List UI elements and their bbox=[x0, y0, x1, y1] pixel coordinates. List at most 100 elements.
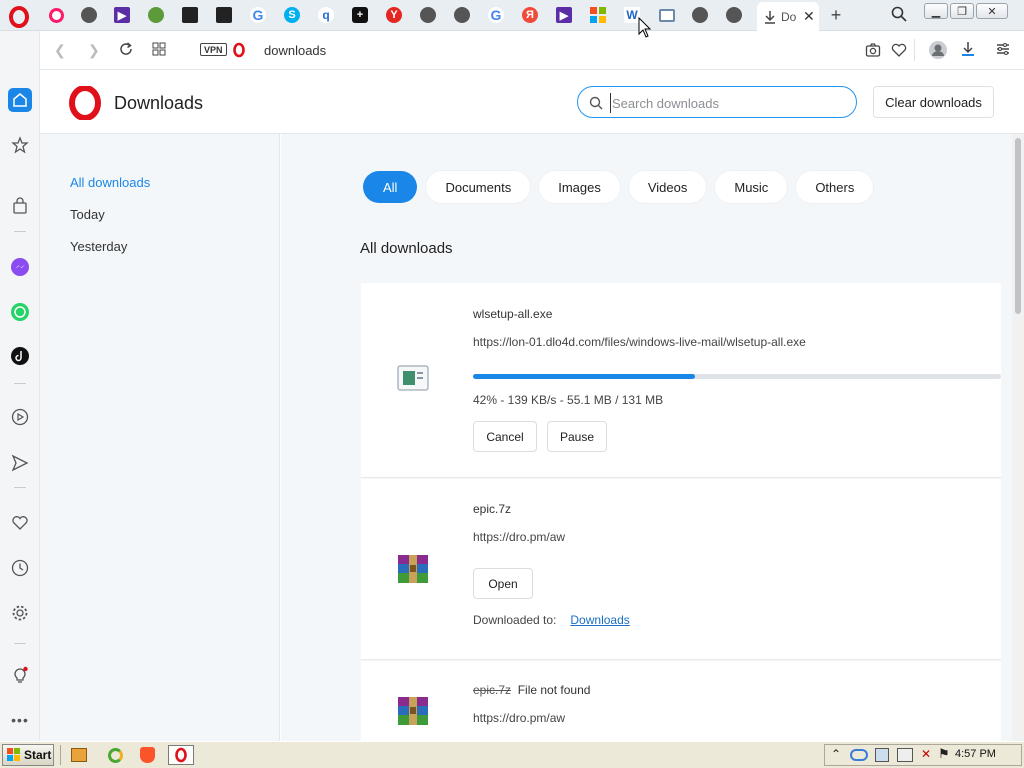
taskbar-opera[interactable] bbox=[168, 745, 194, 765]
tips-button[interactable] bbox=[8, 663, 32, 687]
tab-windows[interactable] bbox=[582, 3, 614, 27]
tab-globe-3[interactable] bbox=[412, 3, 444, 27]
tab-globe-5[interactable] bbox=[684, 3, 716, 27]
downloaded-to-label: Downloaded to: bbox=[473, 613, 557, 627]
tab-globe-6[interactable] bbox=[718, 3, 750, 27]
open-button[interactable]: Open bbox=[473, 568, 533, 599]
lightbulb-icon bbox=[14, 666, 28, 683]
tab-yandex[interactable]: Y bbox=[378, 3, 410, 27]
filter-all[interactable]: All bbox=[363, 171, 418, 203]
speed-dial-button[interactable] bbox=[152, 42, 166, 59]
globe-icon bbox=[81, 7, 97, 23]
file-url[interactable]: https://dro.pm/aw bbox=[473, 530, 565, 544]
flow-button[interactable] bbox=[8, 451, 32, 475]
search-box[interactable] bbox=[577, 86, 857, 118]
tab-search[interactable]: q bbox=[310, 3, 342, 27]
sidebar-item-yesterday[interactable]: Yesterday bbox=[70, 239, 127, 254]
tab-google-2[interactable]: G bbox=[480, 3, 512, 27]
bookmark-page-button[interactable] bbox=[891, 42, 907, 61]
tab-opera-gx[interactable] bbox=[40, 3, 72, 27]
settings-button[interactable] bbox=[8, 601, 32, 625]
opera-menu-button[interactable] bbox=[6, 6, 32, 28]
player-button[interactable] bbox=[8, 405, 32, 429]
pause-button[interactable]: Pause bbox=[547, 421, 607, 452]
whatsapp-button[interactable] bbox=[8, 300, 32, 324]
filter-music[interactable]: Music bbox=[715, 171, 788, 203]
back-button[interactable]: ❮ bbox=[54, 42, 66, 59]
clear-downloads-button[interactable]: Clear downloads bbox=[873, 86, 994, 118]
tab-google[interactable]: G bbox=[242, 3, 274, 27]
tab-player-2[interactable]: ▶ bbox=[548, 3, 580, 27]
globe-icon bbox=[726, 7, 742, 23]
tab-skype[interactable]: S bbox=[276, 3, 308, 27]
tab-globe-4[interactable] bbox=[446, 3, 478, 27]
start-button[interactable]: Start bbox=[2, 744, 54, 766]
globe-icon bbox=[692, 7, 708, 23]
more-button[interactable]: ••• bbox=[8, 708, 32, 732]
profile-button[interactable] bbox=[928, 40, 948, 63]
camera-icon bbox=[865, 43, 881, 57]
history-button[interactable] bbox=[8, 556, 32, 580]
file-name[interactable]: epic.7z bbox=[473, 502, 511, 516]
address-url[interactable]: downloads bbox=[264, 43, 326, 58]
cloud-icon[interactable] bbox=[850, 749, 868, 761]
messenger-icon bbox=[11, 258, 29, 276]
cancel-button[interactable]: Cancel bbox=[473, 421, 537, 452]
bookmarks-button[interactable] bbox=[8, 133, 32, 157]
sidebar-item-all-downloads[interactable]: All downloads bbox=[70, 175, 150, 190]
file-url[interactable]: https://lon-01.dlo4d.com/files/windows-l… bbox=[473, 335, 806, 349]
taskbar-brave[interactable] bbox=[136, 745, 158, 765]
search-input[interactable] bbox=[610, 93, 840, 113]
monitor-icon[interactable] bbox=[897, 748, 913, 762]
back-arrow-icon: ❮ bbox=[54, 42, 66, 58]
tab-search-button[interactable] bbox=[891, 6, 907, 27]
filter-videos[interactable]: Videos bbox=[628, 171, 707, 203]
new-tab-button[interactable]: + bbox=[826, 5, 846, 25]
network-icon[interactable] bbox=[875, 748, 889, 762]
close-tab-icon[interactable]: ✕ bbox=[803, 8, 815, 25]
google-icon: G bbox=[488, 7, 504, 23]
file-name[interactable]: wlsetup-all.exe bbox=[473, 307, 552, 321]
volume-muted-icon[interactable]: ✕ bbox=[921, 747, 931, 761]
snapshot-button[interactable] bbox=[865, 42, 881, 61]
tray-expand-icon[interactable]: ⌃ bbox=[831, 747, 841, 761]
filter-others[interactable]: Others bbox=[796, 171, 874, 203]
tab-shopping[interactable] bbox=[174, 3, 206, 27]
tab-player[interactable]: ▶ bbox=[106, 3, 138, 27]
tab-shopping-2[interactable] bbox=[208, 3, 240, 27]
pinboard-button[interactable] bbox=[8, 511, 32, 535]
reload-button[interactable] bbox=[118, 41, 134, 60]
messenger-button[interactable] bbox=[8, 255, 32, 279]
flag-icon[interactable]: ⚑ bbox=[938, 746, 950, 762]
sidebar-item-today[interactable]: Today bbox=[70, 207, 105, 222]
tab-screen[interactable] bbox=[651, 3, 683, 27]
page-scrollbar[interactable] bbox=[1012, 134, 1024, 741]
tab-downloads-active[interactable]: Do ✕ bbox=[757, 2, 819, 31]
close-icon: ✕ bbox=[987, 5, 997, 18]
taskbar-media-player[interactable] bbox=[68, 745, 90, 765]
taskbar-refresh-app[interactable] bbox=[104, 745, 126, 765]
forward-button[interactable]: ❯ bbox=[88, 42, 100, 59]
tab-yandex-2[interactable]: Я bbox=[514, 3, 546, 27]
tab-add[interactable]: + bbox=[344, 3, 376, 27]
maximize-button[interactable]: ❐ bbox=[950, 3, 974, 19]
downloads-folder-link[interactable]: Downloads bbox=[570, 613, 629, 627]
play-icon: ▶ bbox=[556, 7, 572, 23]
easy-setup-button[interactable] bbox=[995, 41, 1011, 60]
home-button[interactable] bbox=[8, 88, 32, 112]
downloads-toolbar-button[interactable] bbox=[960, 41, 976, 60]
shopping-bag-icon bbox=[13, 197, 27, 214]
shopping-button[interactable] bbox=[8, 194, 32, 218]
file-url[interactable]: https://dro.pm/aw bbox=[473, 711, 565, 725]
tab-globe[interactable] bbox=[73, 3, 105, 27]
tab-globe-2[interactable] bbox=[140, 3, 172, 27]
vpn-badge[interactable]: VPN bbox=[200, 43, 227, 56]
scrollbar-thumb[interactable] bbox=[1015, 138, 1021, 314]
filter-images[interactable]: Images bbox=[539, 171, 620, 203]
filter-documents[interactable]: Documents bbox=[426, 171, 531, 203]
windows-logo-icon bbox=[590, 7, 606, 23]
close-window-button[interactable]: ✕ bbox=[976, 3, 1008, 19]
windows-taskbar: Start ⌃ ✕ ⚑ 4:57 PM bbox=[0, 741, 1024, 768]
minimize-button[interactable]: ▁ bbox=[924, 3, 948, 19]
tiktok-button[interactable] bbox=[8, 344, 32, 368]
